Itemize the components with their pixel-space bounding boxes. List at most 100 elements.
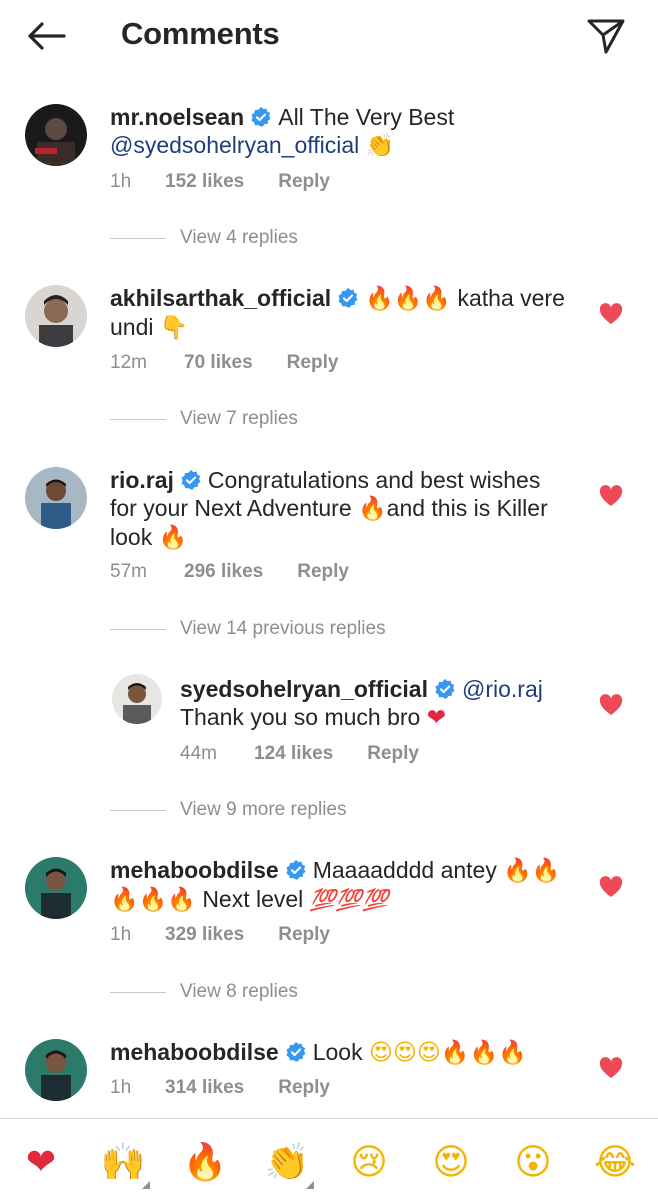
divider-line <box>110 628 166 630</box>
username[interactable]: mehaboobdilse <box>110 1039 279 1065</box>
reply-button[interactable]: Reply <box>367 743 419 765</box>
username[interactable]: mehaboobdilse <box>110 857 279 883</box>
divider-line <box>110 418 166 420</box>
avatar[interactable] <box>25 857 87 919</box>
reaction-fire-button[interactable]: 🔥 <box>180 1137 230 1187</box>
view-replies-button[interactable]: View 8 replies <box>110 981 298 1003</box>
view-replies-label: View 4 replies <box>180 227 298 248</box>
comment-text: mehaboobdilse Maaaadddd antey 🔥🔥 🔥🔥🔥 Next… <box>110 856 580 914</box>
heart-emoji: ❤ <box>25 1141 57 1183</box>
verified-badge-icon <box>435 678 455 699</box>
view-replies-button[interactable]: View 4 replies <box>110 227 298 249</box>
arrow-left-icon <box>28 22 66 50</box>
skin-tone-indicator <box>142 1181 150 1189</box>
like-heart-icon[interactable] <box>599 694 623 716</box>
verified-badge-icon <box>251 106 271 127</box>
username[interactable]: mr.noelsean <box>110 104 244 130</box>
tears-of-joy-emoji: 😂 <box>593 1141 637 1183</box>
view-replies-label: View 8 replies <box>180 981 298 1002</box>
reply-button[interactable]: Reply <box>297 561 349 583</box>
likes-count[interactable]: 329 likes <box>165 924 244 946</box>
view-more-replies-button[interactable]: View 9 more replies <box>110 799 347 821</box>
skin-tone-indicator <box>306 1181 314 1189</box>
comment-body-line2: Next level <box>202 886 304 912</box>
reaction-heart-button[interactable]: ❤ <box>16 1137 66 1187</box>
like-heart-icon[interactable] <box>599 1057 623 1079</box>
share-button[interactable] <box>582 12 630 60</box>
comment-text: mr.noelsean All The Very Best @syedsohelr… <box>110 103 570 160</box>
avatar[interactable] <box>25 467 87 529</box>
comment-meta: 1h 329 likes Reply <box>110 924 330 946</box>
avatar[interactable] <box>25 285 87 347</box>
comment-body: Thank you so much bro <box>180 704 421 730</box>
likes-count[interactable]: 152 likes <box>165 171 244 193</box>
clapping-hands-emoji: 👏 <box>365 133 395 159</box>
like-heart-icon[interactable] <box>599 876 623 898</box>
reaction-laughing-button[interactable]: 😂 <box>590 1137 640 1187</box>
page-title: Comments <box>121 16 280 51</box>
comment-meta: 1h 314 likes Reply <box>110 1077 330 1099</box>
view-previous-replies-button[interactable]: View 14 previous replies <box>110 618 386 640</box>
comment-meta: 57m 296 likes Reply <box>110 561 349 583</box>
view-replies-label: View 7 replies <box>180 408 298 429</box>
divider-line <box>110 809 166 811</box>
clapping-hands-emoji: 👏 <box>264 1142 310 1183</box>
surprised-face-emoji: 😮 <box>514 1141 552 1183</box>
reaction-clap-button[interactable]: 👏 <box>262 1137 314 1189</box>
crying-face-emoji: 😢 <box>350 1141 388 1183</box>
paper-plane-icon <box>587 19 625 54</box>
comment-meta: 1h 152 likes Reply <box>110 171 330 193</box>
view-replies-button[interactable]: View 7 replies <box>110 408 298 430</box>
quick-reactions-bar: ❤ 🙌 🔥 👏 😢 😍 😮 😂 <box>0 1118 658 1200</box>
reaction-heart-eyes-button[interactable]: 😍 <box>426 1137 476 1187</box>
reply-button[interactable]: Reply <box>278 924 330 946</box>
raising-hands-emoji: 🙌 <box>100 1142 146 1183</box>
comment-text: mehaboobdilse Look 😍😍😍🔥🔥🔥 <box>110 1038 580 1067</box>
fire-emoji: 🔥🔥 <box>503 858 561 884</box>
comment-body: katha vere <box>457 285 565 311</box>
comment-body-line2b: and this is Killer <box>386 495 548 521</box>
comment-body-line3: look <box>110 524 153 550</box>
mention-link[interactable]: @rio.raj <box>462 676 543 702</box>
comment-text: syedsohelryan_official @rio.raj Thank you… <box>180 675 580 732</box>
divider-line <box>110 991 166 993</box>
reaction-crying-button[interactable]: 😢 <box>344 1137 394 1187</box>
back-button[interactable] <box>22 14 70 58</box>
avatar[interactable] <box>112 674 162 724</box>
fire-emoji: 🔥🔥🔥 <box>365 286 452 312</box>
comment-body: All The Very Best <box>278 104 455 130</box>
reaction-surprised-button[interactable]: 😮 <box>508 1137 558 1187</box>
fire-emoji: 🔥🔥🔥 <box>110 887 196 913</box>
reply-button[interactable]: Reply <box>287 352 339 374</box>
reply-button[interactable]: Reply <box>278 171 330 193</box>
fire-emoji: 🔥🔥🔥 <box>440 1040 527 1066</box>
like-heart-icon[interactable] <box>599 303 623 325</box>
mention-link[interactable]: @syedsohelryan_official <box>110 132 359 158</box>
username[interactable]: akhilsarthak_official <box>110 285 331 311</box>
likes-count[interactable]: 296 likes <box>184 561 263 583</box>
fire-emoji: 🔥 <box>358 496 387 522</box>
comment-body: Look <box>312 1039 363 1065</box>
likes-count[interactable]: 124 likes <box>254 743 333 765</box>
reaction-raising-hands-button[interactable]: 🙌 <box>98 1137 150 1189</box>
reply-button[interactable]: Reply <box>278 1077 330 1099</box>
like-heart-icon[interactable] <box>599 485 623 507</box>
comment-body-line2: for your Next Adventure <box>110 495 352 521</box>
verified-badge-icon <box>181 469 201 490</box>
verified-badge-icon <box>286 1041 306 1062</box>
likes-count[interactable]: 70 likes <box>184 352 253 374</box>
username[interactable]: syedsohelryan_official <box>180 676 428 702</box>
heart-eyes-emoji: 😍 <box>432 1141 470 1183</box>
username[interactable]: rio.raj <box>110 467 174 493</box>
top-bar: Comments <box>0 0 658 72</box>
comment-meta: 44m 124 likes Reply <box>180 743 419 765</box>
avatar[interactable] <box>25 1039 87 1101</box>
verified-badge-icon <box>338 287 358 308</box>
comment-body: Congratulations and best wishes <box>207 467 541 493</box>
pointing-down-emoji: 👇 <box>159 315 189 341</box>
likes-count[interactable]: 314 likes <box>165 1077 244 1099</box>
hundred-points-emoji: 💯💯💯 <box>309 888 389 912</box>
heart-eyes-emoji: 😍😍😍 <box>368 1040 441 1066</box>
red-heart-emoji: ❤ <box>426 705 447 731</box>
avatar[interactable] <box>25 104 87 166</box>
